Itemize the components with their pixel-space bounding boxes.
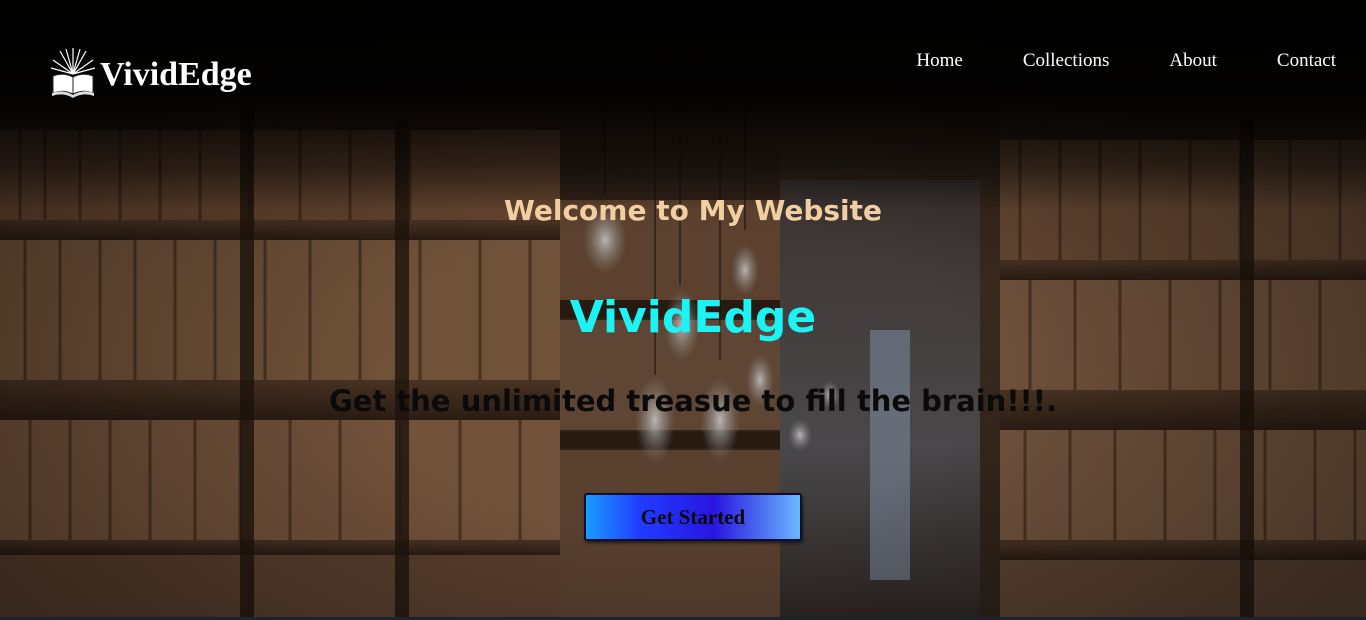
hero-tagline: Get the unlimited treasue to fill the br… — [328, 384, 1058, 418]
welcome-heading: Welcome to My Website — [503, 194, 882, 227]
hero-title: VividEdge — [569, 292, 817, 343]
get-started-button[interactable]: Get Started — [584, 493, 802, 541]
hero-section: VividEdge Home Collections About Contact… — [0, 0, 1366, 620]
hero-content: Welcome to My Website VividEdge Get the … — [0, 0, 1366, 620]
